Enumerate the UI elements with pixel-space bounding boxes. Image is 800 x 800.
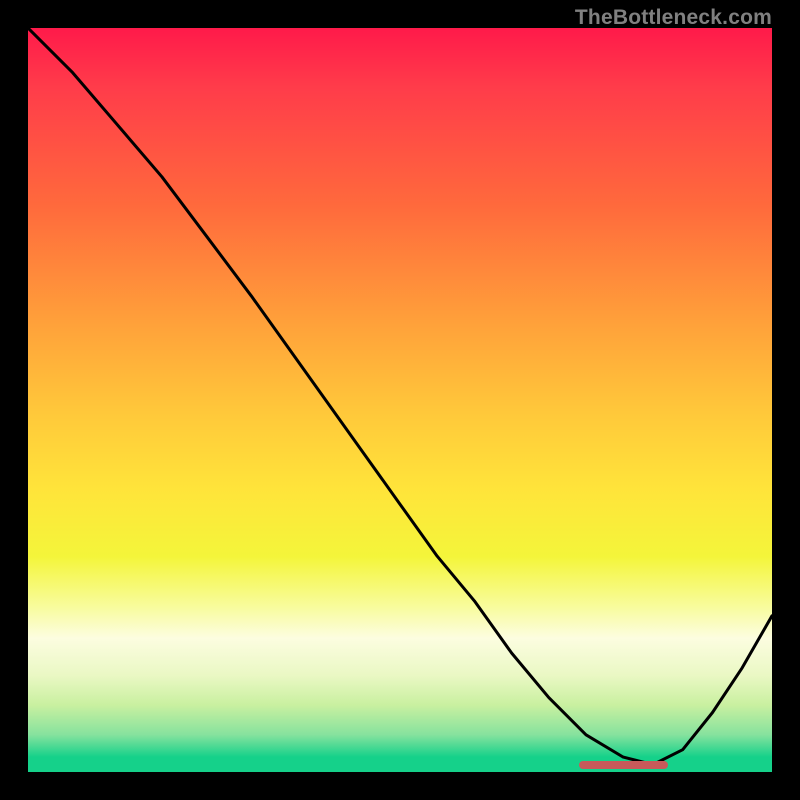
bottleneck-curve (28, 28, 772, 765)
watermark-text: TheBottleneck.com (575, 6, 772, 30)
plot-area (28, 28, 772, 772)
chart-frame: TheBottleneck.com (0, 0, 800, 800)
optimal-range-marker (579, 761, 668, 769)
curve-svg (28, 28, 772, 772)
